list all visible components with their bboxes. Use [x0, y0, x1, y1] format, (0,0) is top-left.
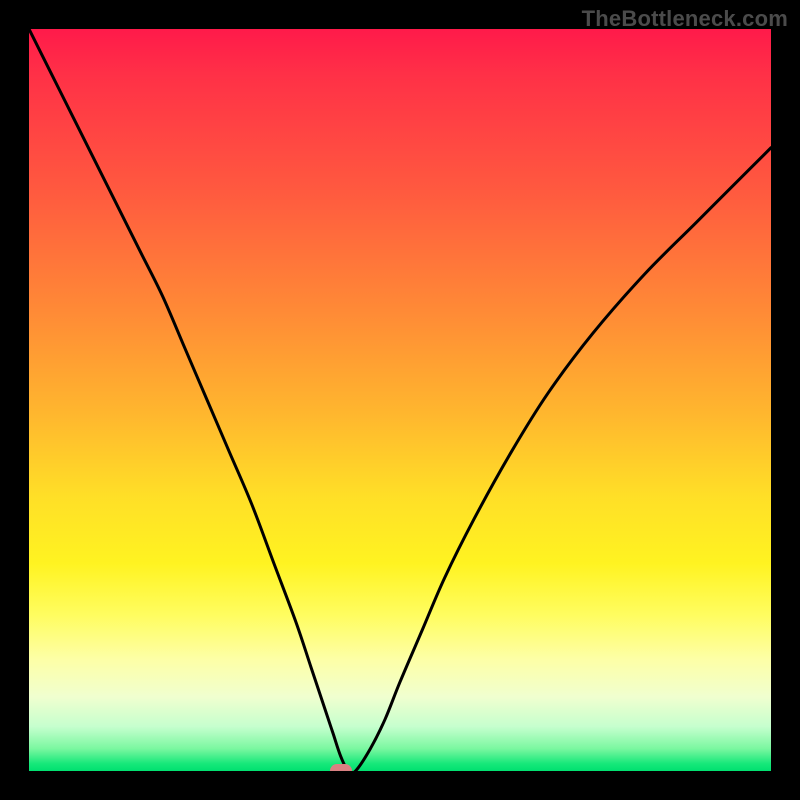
- bottleneck-marker: [330, 764, 352, 771]
- chart-frame: TheBottleneck.com: [0, 0, 800, 800]
- curve-svg: [29, 29, 771, 771]
- watermark-text: TheBottleneck.com: [582, 6, 788, 32]
- plot-area: [29, 29, 771, 771]
- curve-path: [29, 29, 771, 771]
